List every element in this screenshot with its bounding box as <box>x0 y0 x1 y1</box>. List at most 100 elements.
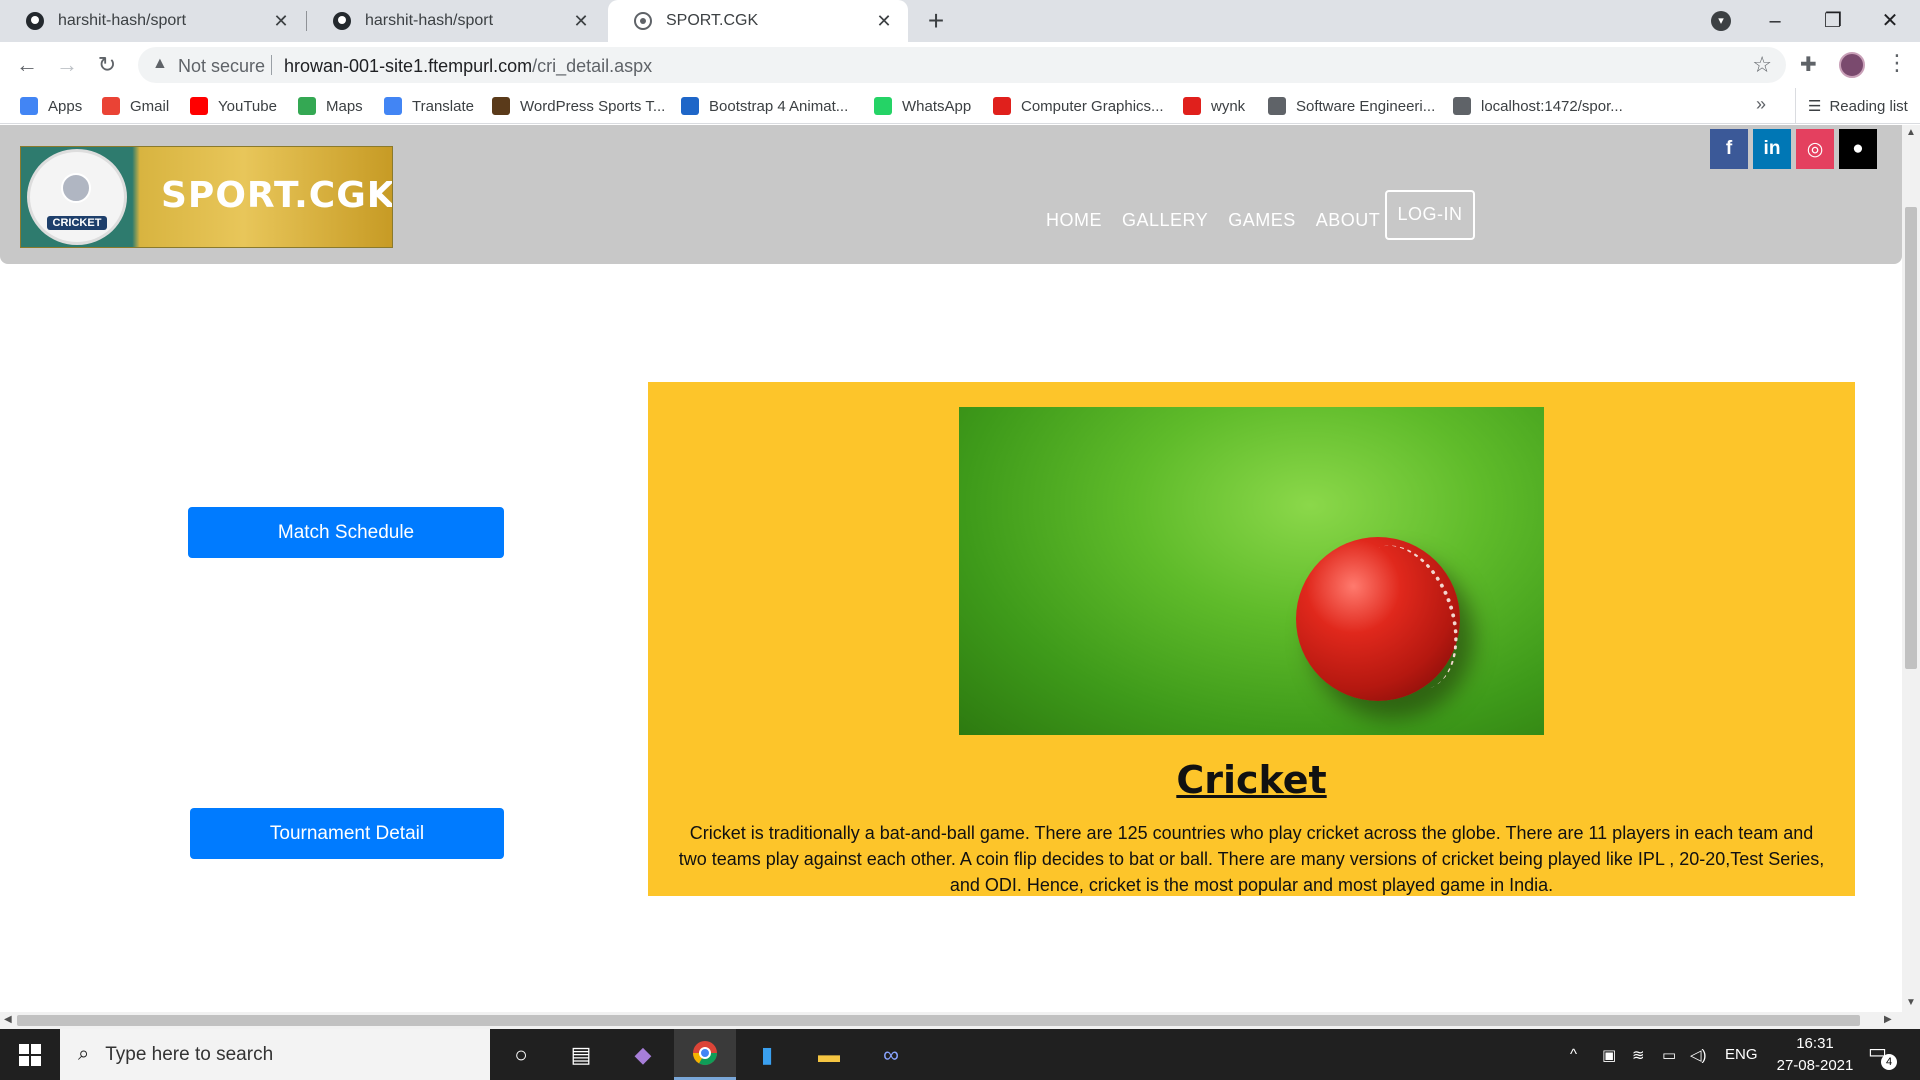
instagram-icon[interactable]: ◎ <box>1796 129 1834 169</box>
more-bookmarks-icon[interactable]: » <box>1756 94 1766 115</box>
facebook-icon[interactable]: f <box>1710 129 1748 169</box>
bootstrap-icon <box>681 97 699 115</box>
bookmark-item[interactable]: Software Engineeri... <box>1268 88 1435 124</box>
bookmark-star-icon[interactable]: ☆ <box>1752 52 1772 78</box>
github-icon[interactable]: ● <box>1839 129 1877 169</box>
tab-search-icon[interactable]: ▾ <box>1711 11 1731 31</box>
minimize-icon[interactable]: – <box>1755 6 1795 36</box>
meet-now-icon[interactable]: ▣ <box>1602 1029 1616 1080</box>
bookmark-item[interactable]: WhatsApp <box>874 88 971 124</box>
horizontal-scrollbar[interactable]: ◀ ▶ <box>0 1012 1920 1029</box>
scroll-down-icon[interactable]: ▼ <box>1906 997 1916 1008</box>
bookmark-item[interactable]: Bootstrap 4 Animat... <box>681 88 848 124</box>
scrollbar-thumb[interactable] <box>1905 207 1917 669</box>
battery-icon[interactable]: ▭ <box>1662 1029 1676 1080</box>
bookmark-label: Maps <box>326 97 363 115</box>
file-explorer-icon[interactable]: ▬ <box>798 1029 860 1080</box>
show-hidden-icons[interactable]: ^ <box>1570 1029 1577 1080</box>
bookmark-item[interactable]: Apps <box>20 88 82 124</box>
bookmark-item[interactable]: WordPress Sports T... <box>492 88 665 124</box>
bookmark-item[interactable]: Maps <box>298 88 363 124</box>
page-viewport: CRICKET SPORT.CGK HOME GALLERY GAMES ABO… <box>0 125 1902 1012</box>
windows-start-icon[interactable] <box>0 1029 60 1080</box>
task-view-icon[interactable]: ▤ <box>550 1029 612 1080</box>
tab-sport-cgk[interactable]: SPORT.CGK ✕ <box>608 0 908 42</box>
windows-taskbar: ⌕ Type here to search ○ ▤ ◆ ▮ ▬ ∞ ^ ▣ ≋ … <box>0 1029 1920 1080</box>
tab-title: harshit-hash/sport <box>58 12 187 29</box>
bookmark-item[interactable]: Gmail <box>102 88 169 124</box>
bookmark-label: YouTube <box>218 97 277 115</box>
bookmark-label: Computer Graphics... <box>1021 97 1164 115</box>
match-schedule-button[interactable]: Match Schedule <box>188 507 504 558</box>
logo-badge-text: CRICKET <box>46 216 108 230</box>
cortana-icon[interactable]: ○ <box>490 1029 552 1080</box>
nav-gallery[interactable]: GALLERY <box>1122 210 1208 231</box>
address-bar[interactable]: ▲ Not secure hrowan-001-site1.ftempurl.c… <box>138 47 1786 83</box>
close-window-icon[interactable]: ✕ <box>1870 6 1910 36</box>
close-tab-icon[interactable]: ✕ <box>874 11 894 31</box>
nav-about[interactable]: ABOUT <box>1316 210 1381 231</box>
notepad-icon[interactable]: ▮ <box>736 1029 798 1080</box>
globe-icon <box>1453 97 1471 115</box>
bookmark-item[interactable]: Translate <box>384 88 474 124</box>
scroll-up-icon[interactable]: ▲ <box>1906 127 1916 138</box>
extensions-icon[interactable]: ✚ <box>1800 52 1817 77</box>
tab-strip: harshit-hash/sport ✕ harshit-hash/sport … <box>0 0 1920 42</box>
wifi-icon[interactable]: ≋ <box>1632 1029 1645 1080</box>
clock[interactable]: 16:31 27-08-2021 <box>1760 1033 1870 1077</box>
scroll-right-icon[interactable]: ▶ <box>1884 1014 1892 1025</box>
bookmark-item[interactable]: wynk <box>1183 88 1245 124</box>
bookmark-label: localhost:1472/spor... <box>1481 97 1623 115</box>
new-tab-icon[interactable]: + <box>922 7 950 35</box>
forward-icon[interactable]: → <box>52 50 82 80</box>
security-label: Not secure <box>178 56 266 76</box>
translate-icon <box>384 97 402 115</box>
language-indicator[interactable]: ENG <box>1725 1029 1758 1080</box>
github-icon <box>24 10 46 32</box>
taskbar-search[interactable]: ⌕ Type here to search <box>60 1029 490 1080</box>
close-tab-icon[interactable]: ✕ <box>271 11 291 31</box>
reading-list-icon: ☰ <box>1808 98 1822 115</box>
bookmarks-bar: Apps Gmail YouTube Maps Translate WordPress S… <box>0 88 1920 124</box>
wordpress-theme-icon <box>492 97 510 115</box>
tab-github-2[interactable]: harshit-hash/sport ✕ <box>307 0 605 42</box>
computer-graphics-icon <box>993 97 1011 115</box>
visual-studio-icon[interactable]: ◆ <box>612 1029 674 1080</box>
close-tab-icon[interactable]: ✕ <box>571 11 591 31</box>
linkedin-icon[interactable]: in <box>1753 129 1791 169</box>
chrome-icon[interactable] <box>674 1029 736 1080</box>
scroll-left-icon[interactable]: ◀ <box>4 1014 12 1025</box>
reading-list[interactable]: ☰ Reading list <box>1795 88 1908 124</box>
globe-icon <box>1268 97 1286 115</box>
date: 27-08-2021 <box>1776 1057 1854 1074</box>
bookmark-item[interactable]: YouTube <box>190 88 277 124</box>
cricket-ball-image <box>959 407 1544 735</box>
restore-icon[interactable]: ❐ <box>1813 6 1853 36</box>
main-nav: HOME GALLERY GAMES ABOUT <box>1046 210 1380 231</box>
bookmark-label: WhatsApp <box>902 97 972 115</box>
youtube-icon <box>190 97 208 115</box>
bookmark-label: Apps <box>48 97 83 115</box>
reading-list-label: Reading list <box>1829 97 1908 115</box>
infinity-app-icon[interactable]: ∞ <box>860 1029 922 1080</box>
scrollbar-thumb[interactable] <box>17 1015 1860 1026</box>
avatar[interactable] <box>1839 52 1865 78</box>
divider <box>271 55 272 75</box>
gmail-icon <box>102 97 120 115</box>
site-favicon-icon <box>632 10 654 32</box>
maps-icon <box>298 97 316 115</box>
reload-icon[interactable]: ↻ <box>92 50 122 80</box>
tab-github-1[interactable]: harshit-hash/sport ✕ <box>0 0 305 42</box>
nav-games[interactable]: GAMES <box>1228 210 1296 231</box>
login-button[interactable]: LOG-IN <box>1385 190 1475 240</box>
nav-home[interactable]: HOME <box>1046 210 1102 231</box>
tournament-detail-button[interactable]: Tournament Detail <box>190 808 504 859</box>
vertical-scrollbar[interactable]: ▲ ▼ <box>1902 125 1920 1012</box>
bookmark-item[interactable]: localhost:1472/spor... <box>1453 88 1623 124</box>
menu-icon[interactable]: ⋮ <box>1886 50 1908 76</box>
bookmark-item[interactable]: Computer Graphics... <box>993 88 1164 124</box>
volume-icon[interactable]: ◁) <box>1690 1029 1707 1080</box>
bookmark-label: wynk <box>1211 97 1246 115</box>
site-logo[interactable]: CRICKET SPORT.CGK <box>20 146 393 248</box>
back-icon[interactable]: ← <box>12 50 42 80</box>
